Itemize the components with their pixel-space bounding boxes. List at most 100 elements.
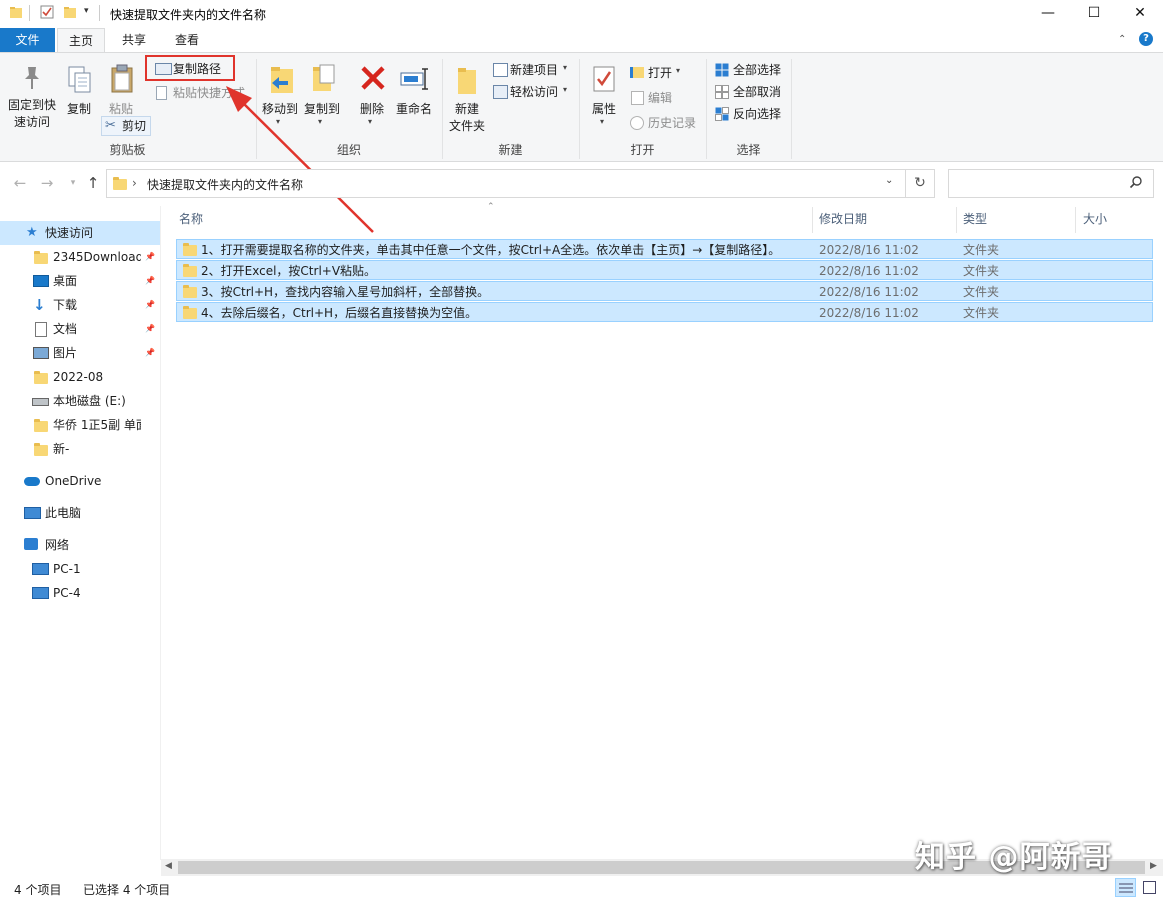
collapse-ribbon-icon[interactable]: ⌃ (1118, 34, 1126, 45)
file-row[interactable]: 3、按Ctrl+H，查找内容输入星号加斜杆，全部替换。 2022/8/16 11:… (176, 281, 1153, 301)
file-name: 3、按Ctrl+H，查找内容输入星号加斜杆，全部替换。 (201, 285, 490, 299)
scroll-left-arrow[interactable]: ◀ (165, 861, 172, 871)
tab-view[interactable]: 查看 (163, 28, 211, 52)
scroll-right-arrow[interactable]: ▶ (1150, 861, 1157, 871)
nav-item[interactable]: 华侨 1正5副 单面 (0, 413, 160, 437)
select-all-button[interactable]: 全部选择 (713, 61, 785, 79)
nav-network-pc-4[interactable]: PC-4 (0, 581, 160, 605)
nav-item[interactable]: 图片 📌 (0, 341, 160, 365)
new-item-button[interactable]: 新建项目 ▾ (491, 61, 573, 79)
edit-button[interactable]: 编辑 (628, 89, 688, 107)
tab-share[interactable]: 共享 (110, 28, 158, 52)
file-type: 文件夹 (963, 285, 1000, 299)
recent-locations-dropdown[interactable]: ▾ (63, 170, 83, 196)
details-view-button[interactable] (1115, 878, 1136, 897)
column-header-name[interactable]: 名称 (179, 207, 203, 231)
cut-button[interactable]: ✂ 剪切 (101, 116, 151, 136)
paste-button[interactable]: 粘贴 (104, 57, 138, 117)
file-row[interactable]: 4、去除后缀名，Ctrl+H，后缀名直接替换为空值。 2022/8/16 11:0… (176, 302, 1153, 322)
qat-dropdown-icon[interactable]: ▾ (84, 6, 89, 16)
paste-shortcut-label: 粘贴快捷方式 (173, 86, 246, 100)
pin-icon[interactable]: 📌 (144, 293, 156, 317)
ribbon: 固定到快 速访问 复制 粘贴 复制路径 粘贴快捷方式 ✂ 剪切 剪贴板 移动到 … (0, 52, 1163, 162)
delete-button[interactable]: 删除 ▾ (356, 57, 388, 135)
tab-file[interactable]: 文件 (0, 28, 55, 52)
properties-button[interactable]: 属性 ▾ (586, 57, 622, 135)
file-modified: 2022/8/16 11:02 (819, 306, 919, 320)
nav-item[interactable]: 2345Downloads 📌 (0, 245, 160, 269)
nav-item[interactable]: 桌面 📌 (0, 269, 160, 293)
column-divider[interactable] (956, 207, 957, 233)
computer-icon (24, 507, 41, 519)
nav-quick-access[interactable]: ★ 快速访问 (0, 221, 160, 245)
search-input[interactable] (948, 169, 1154, 198)
edit-icon (631, 91, 644, 105)
new-group-label: 新建 (498, 143, 523, 157)
open-button[interactable]: 打开 ▾ (628, 64, 688, 82)
column-header-modified[interactable]: 修改日期 (819, 207, 867, 231)
maximize-button[interactable]: ☐ (1071, 0, 1117, 28)
up-button[interactable]: ↑ (83, 170, 103, 196)
select-none-button[interactable]: 全部取消 (713, 83, 785, 101)
forward-button[interactable]: → (37, 170, 57, 196)
copy-button[interactable]: 复制 (62, 57, 98, 117)
invert-selection-button[interactable]: 反向选择 (713, 105, 785, 123)
move-to-button[interactable]: 移动到 ▾ (260, 57, 300, 135)
paste-shortcut-icon (156, 86, 167, 100)
breadcrumb-current-folder[interactable]: 快速提取文件夹内的文件名称 (147, 176, 303, 193)
large-icons-view-button[interactable] (1139, 878, 1160, 897)
column-divider[interactable] (1075, 207, 1076, 233)
pin-to-quick-access-button[interactable]: 固定到快 速访问 (6, 57, 58, 135)
new-folder-icon[interactable] (63, 5, 77, 19)
nav-item[interactable]: ↓ 下载 📌 (0, 293, 160, 317)
folder-icon (183, 306, 197, 319)
file-row[interactable]: 1、打开需要提取名称的文件夹，单击其中任意一个文件，按Ctrl+A全选。依次单击… (176, 239, 1153, 259)
cloud-icon (24, 477, 40, 486)
address-bar[interactable]: › 快速提取文件夹内的文件名称 ⌄ (106, 169, 906, 198)
nav-label: 2345Downloads (53, 250, 141, 264)
new-folder-label: 新建 (454, 102, 479, 116)
new-folder-button[interactable]: 新建 文件夹 (446, 57, 488, 135)
help-icon[interactable]: ? (1139, 32, 1153, 46)
column-header-size[interactable]: 大小 (1083, 207, 1107, 231)
address-dropdown-icon[interactable]: ⌄ (885, 175, 893, 186)
nav-item[interactable]: 新- (0, 437, 160, 461)
file-type: 文件夹 (963, 264, 1000, 278)
download-icon: ↓ (33, 296, 46, 314)
back-button[interactable]: ← (10, 170, 30, 196)
pin-icon[interactable]: 📌 (144, 317, 156, 341)
search-icon (1129, 175, 1143, 192)
refresh-button[interactable]: ↻ (906, 169, 935, 198)
nav-network-pc-1[interactable]: PC-1 (0, 557, 160, 581)
file-row[interactable]: 2、打开Excel，按Ctrl+V粘贴。 2022/8/16 11:02 文件夹 (176, 260, 1153, 280)
large-icons-view-icon (1143, 881, 1156, 894)
nav-network[interactable]: 网络 (0, 533, 160, 557)
folder-icon (34, 419, 48, 432)
nav-item[interactable]: 本地磁盘 (E:) (0, 389, 160, 413)
cut-label: 剪切 (122, 119, 147, 133)
nav-item[interactable]: 2022-08 (0, 365, 160, 389)
nav-item[interactable]: 文档 📌 (0, 317, 160, 341)
open-dropdown-icon: ▾ (676, 66, 681, 75)
easy-access-button[interactable]: 轻松访问 ▾ (491, 83, 573, 101)
pin-icon[interactable]: 📌 (144, 341, 156, 365)
column-header-type[interactable]: 类型 (963, 207, 987, 231)
column-divider[interactable] (812, 207, 813, 233)
file-modified: 2022/8/16 11:02 (819, 243, 919, 257)
history-button[interactable]: 历史记录 (628, 114, 702, 132)
properties-check-icon[interactable] (40, 5, 54, 19)
copy-to-button[interactable]: 复制到 ▾ (302, 57, 342, 135)
close-button[interactable]: ✕ (1117, 0, 1163, 28)
nav-onedrive[interactable]: OneDrive (0, 469, 160, 493)
rename-button[interactable]: 重命名 (394, 57, 434, 117)
pin-icon[interactable]: 📌 (144, 245, 156, 269)
pin-icon[interactable]: 📌 (144, 269, 156, 293)
minimize-button[interactable]: — (1025, 0, 1071, 28)
nav-label: 文档 (53, 322, 78, 336)
document-icon (35, 322, 47, 337)
tab-home[interactable]: 主页 (57, 28, 105, 52)
folder-icon (9, 5, 23, 19)
nav-this-pc[interactable]: 此电脑 (0, 501, 160, 525)
folder-icon (183, 264, 197, 277)
invert-selection-label: 反向选择 (733, 107, 782, 121)
